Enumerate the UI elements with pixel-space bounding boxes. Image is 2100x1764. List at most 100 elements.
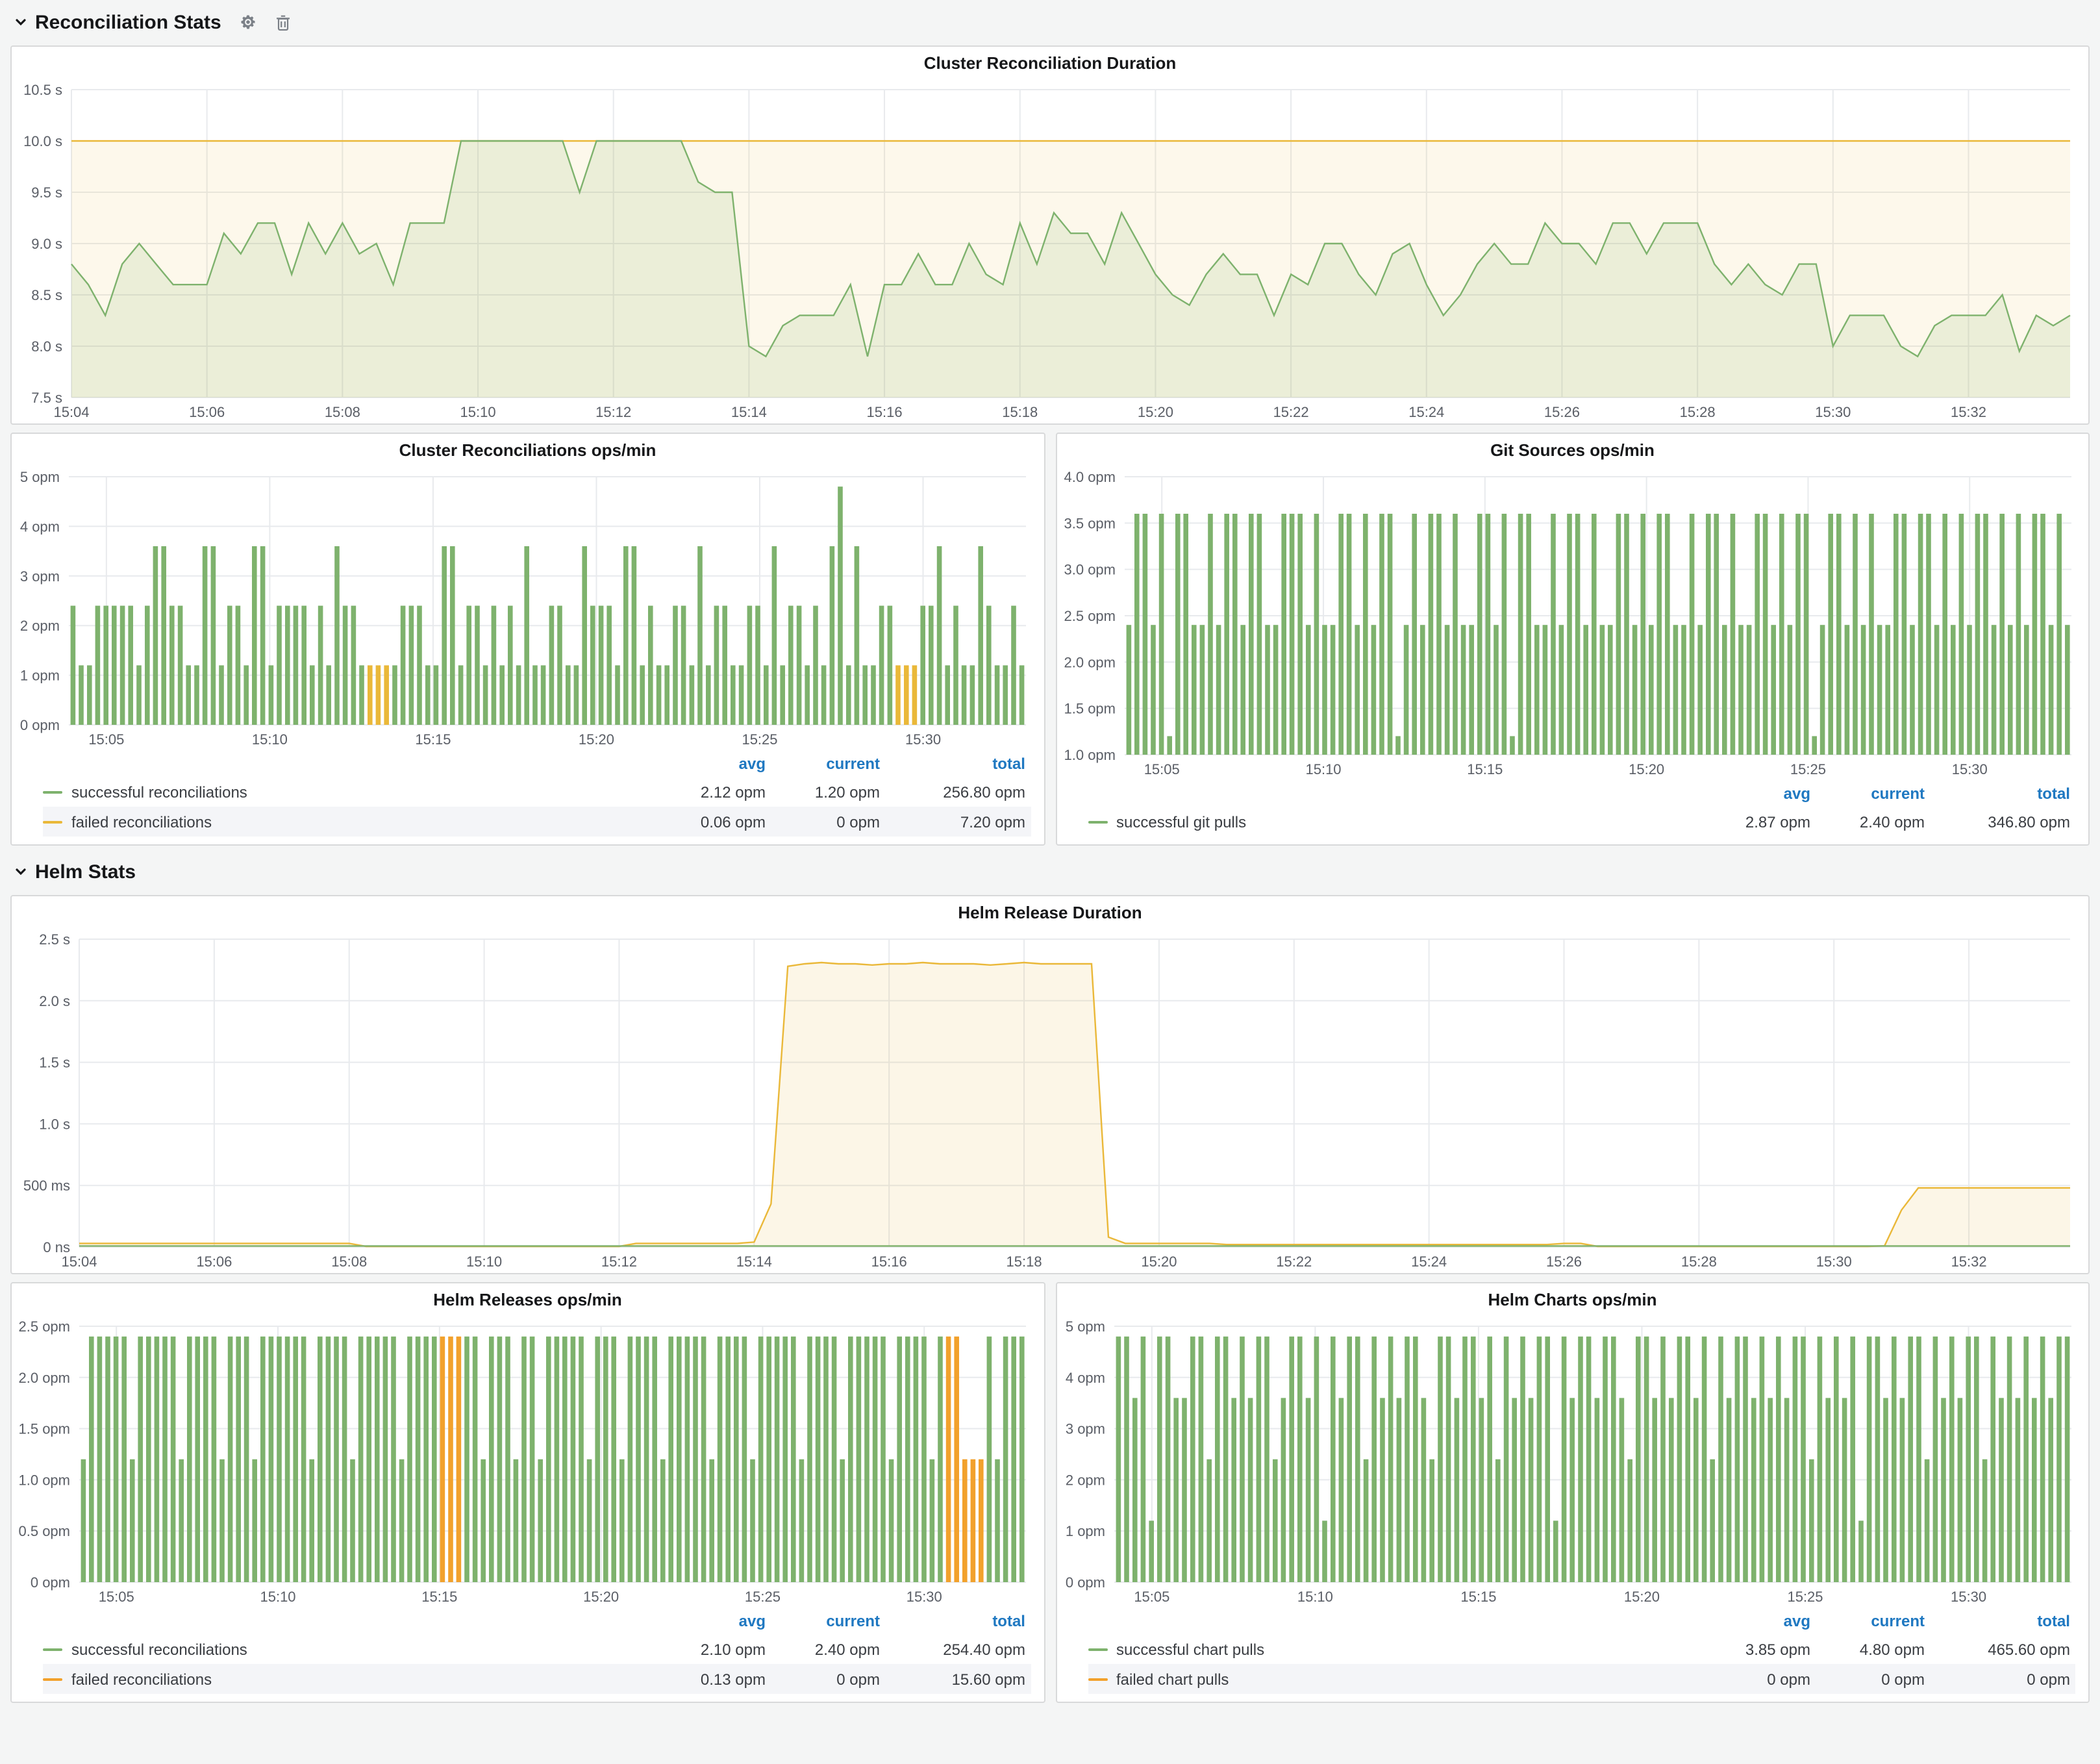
legend-row: failed chart pulls 0 opm 0 opm 0 opm — [1088, 1664, 2075, 1694]
svg-text:2.0 s: 2.0 s — [39, 993, 70, 1009]
svg-text:3 opm: 3 opm — [1065, 1421, 1105, 1437]
svg-text:0 opm: 0 opm — [1065, 1574, 1105, 1591]
gear-icon[interactable] — [240, 13, 258, 31]
svg-text:2.0 opm: 2.0 opm — [19, 1370, 71, 1386]
legend-col-total[interactable]: total — [885, 1612, 1031, 1630]
panel-title[interactable]: Cluster Reconciliation Duration — [12, 47, 2088, 79]
legend-series-label[interactable]: successful git pulls — [1116, 813, 1246, 831]
legend-series-label[interactable]: failed chart pulls — [1116, 1670, 1229, 1688]
panel-helm-releases-opm: Helm Releases ops/min 15:0515:1015:1515:… — [10, 1282, 1045, 1703]
legend-series-label[interactable]: successful reconciliations — [71, 1640, 247, 1658]
svg-text:9.5 s: 9.5 s — [31, 184, 62, 201]
chart-helm-release-duration[interactable]: 15:0415:0615:0815:1015:1215:1415:1615:18… — [12, 929, 2088, 1273]
svg-text:8.0 s: 8.0 s — [31, 338, 62, 355]
section-title-reconciliation-stats[interactable]: Reconciliation Stats — [35, 11, 221, 33]
svg-text:0 ns: 0 ns — [43, 1239, 70, 1255]
row-helm-rates: Helm Releases ops/min 15:0515:1015:1515:… — [0, 1278, 2100, 1707]
legend-series-label[interactable]: successful reconciliations — [71, 783, 247, 801]
section-title-helm-stats[interactable]: Helm Stats — [35, 861, 136, 883]
svg-text:15:25: 15:25 — [742, 731, 777, 748]
svg-text:15:25: 15:25 — [745, 1589, 781, 1605]
legend-series-label[interactable]: successful chart pulls — [1116, 1640, 1264, 1658]
legend-current-value: 2.40 opm — [771, 1640, 885, 1658]
legend-col-avg[interactable]: avg — [646, 755, 771, 773]
svg-text:1.0 opm: 1.0 opm — [1064, 747, 1116, 763]
legend-avg-value: 2.12 opm — [646, 783, 771, 801]
series-color-icon — [43, 820, 62, 823]
svg-text:2.5 opm: 2.5 opm — [1064, 608, 1116, 624]
svg-text:15:10: 15:10 — [1305, 761, 1340, 777]
legend-series-label[interactable]: failed reconciliations — [71, 813, 212, 831]
legend-col-current[interactable]: current — [771, 1612, 885, 1630]
legend-col-avg[interactable]: avg — [1691, 785, 1816, 803]
svg-text:1.5 s: 1.5 s — [39, 1055, 70, 1071]
chart-cluster-reconciliation-duration[interactable]: 15:0415:0615:0815:1015:1215:1415:1615:18… — [12, 79, 2088, 423]
svg-text:0.5 opm: 0.5 opm — [19, 1523, 71, 1539]
series-color-icon — [1088, 1648, 1107, 1650]
panel-title[interactable]: Helm Releases ops/min — [12, 1283, 1044, 1316]
legend-avg-value: 3.85 opm — [1691, 1640, 1816, 1658]
panel-title[interactable]: Helm Charts ops/min — [1056, 1283, 2088, 1316]
svg-text:15:28: 15:28 — [1681, 1254, 1717, 1270]
chart-helm-releases-opm[interactable]: 15:0515:1015:1515:2015:2515:300 opm0.5 o… — [12, 1316, 1044, 1608]
svg-text:15:10: 15:10 — [466, 1254, 502, 1270]
chart-helm-charts-opm[interactable]: 15:0515:1015:1515:2015:2515:300 opm1 opm… — [1056, 1316, 2088, 1608]
svg-text:15:10: 15:10 — [260, 1589, 295, 1605]
svg-text:15:05: 15:05 — [88, 731, 124, 748]
legend-row: successful reconciliations 2.12 opm 1.20… — [43, 777, 1031, 807]
legend: avg current total successful reconciliat… — [12, 751, 1044, 844]
row-helm-duration: Helm Release Duration 15:0415:0615:0815:… — [0, 891, 2100, 1278]
legend-row: failed reconciliations 0.13 opm 0 opm 15… — [43, 1664, 1031, 1694]
chevron-down-icon[interactable] — [13, 14, 29, 30]
svg-text:15:12: 15:12 — [595, 404, 631, 420]
svg-text:15:28: 15:28 — [1680, 404, 1716, 420]
svg-text:15:30: 15:30 — [1951, 761, 1987, 777]
svg-text:15:32: 15:32 — [1951, 404, 1986, 420]
svg-text:1 opm: 1 opm — [20, 668, 60, 684]
legend-col-avg[interactable]: avg — [1691, 1612, 1816, 1630]
svg-text:1 opm: 1 opm — [1065, 1523, 1105, 1539]
svg-text:15:18: 15:18 — [1006, 1254, 1042, 1270]
legend-col-total[interactable]: total — [1930, 1612, 2075, 1630]
legend-col-total[interactable]: total — [1930, 785, 2075, 803]
legend-col-current[interactable]: current — [1816, 785, 1930, 803]
svg-text:2.0 opm: 2.0 opm — [1064, 654, 1116, 670]
legend-avg-value: 0.13 opm — [646, 1670, 771, 1688]
legend-total-value: 465.60 opm — [1930, 1640, 2075, 1658]
legend-col-current[interactable]: current — [771, 755, 885, 773]
svg-text:15:10: 15:10 — [1297, 1589, 1332, 1605]
svg-text:10.0 s: 10.0 s — [23, 133, 62, 149]
legend-col-total[interactable]: total — [885, 755, 1031, 773]
legend-current-value: 0 opm — [1816, 1670, 1930, 1688]
trash-icon[interactable] — [276, 14, 292, 31]
panel-git-sources-opm: Git Sources ops/min 15:0515:1015:1515:20… — [1055, 433, 2090, 846]
legend-col-avg[interactable]: avg — [646, 1612, 771, 1630]
legend-avg-value: 2.87 opm — [1691, 813, 1816, 831]
svg-text:4 opm: 4 opm — [20, 518, 60, 535]
svg-text:15:04: 15:04 — [53, 404, 89, 420]
section-header-helm-stats: Helm Stats — [0, 850, 2100, 891]
svg-text:15:15: 15:15 — [1460, 1589, 1495, 1605]
svg-text:15:24: 15:24 — [1408, 404, 1444, 420]
legend-series-label[interactable]: failed reconciliations — [71, 1670, 212, 1688]
chevron-down-icon[interactable] — [13, 864, 29, 879]
panel-title[interactable]: Git Sources ops/min — [1056, 434, 2088, 466]
chart-git-sources-opm[interactable]: 15:0515:1015:1515:2015:2515:301.0 opm1.5… — [1056, 466, 2088, 781]
svg-text:10.5 s: 10.5 s — [23, 82, 62, 98]
panel-cluster-reconciliation-duration: Cluster Reconciliation Duration 15:04 15:… — [10, 45, 2090, 425]
panel-title[interactable]: Cluster Reconciliations ops/min — [12, 434, 1044, 466]
legend-current-value: 0 opm — [771, 1670, 885, 1688]
svg-text:15:10: 15:10 — [460, 404, 496, 420]
legend-col-current[interactable]: current — [1816, 1612, 1930, 1630]
svg-text:15:15: 15:15 — [1466, 761, 1502, 777]
svg-text:15:25: 15:25 — [1790, 761, 1825, 777]
svg-text:15:14: 15:14 — [731, 404, 767, 420]
chart-cluster-reconciliations-opm[interactable]: 15:0515:1015:1515:2015:2515:300 opm1 opm… — [12, 466, 1044, 751]
legend-total-value: 254.40 opm — [885, 1640, 1031, 1658]
series-color-icon — [43, 790, 62, 793]
series-color-icon — [43, 1648, 62, 1650]
svg-text:1.5 opm: 1.5 opm — [1064, 701, 1116, 717]
legend-row: successful chart pulls 3.85 opm 4.80 opm… — [1088, 1634, 2075, 1664]
panel-title[interactable]: Helm Release Duration — [12, 896, 2088, 929]
series-color-icon — [1088, 820, 1107, 823]
